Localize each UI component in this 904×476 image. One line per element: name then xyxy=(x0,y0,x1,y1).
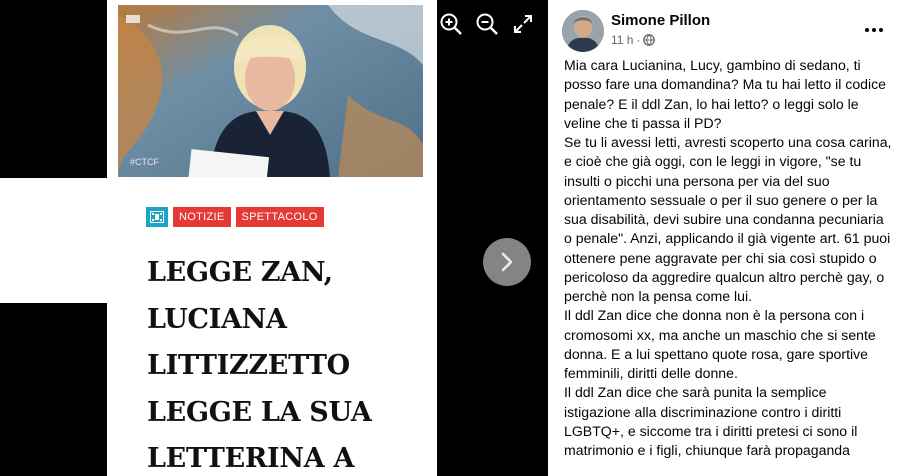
previous-image-strip[interactable] xyxy=(0,178,110,303)
meta-separator: · xyxy=(636,33,641,47)
tag-spettacolo: SPETTACOLO xyxy=(235,207,324,227)
headline-line: LITTIZZETTO xyxy=(147,350,350,381)
post-paragraph: Il ddl Zan dice che sarà punita la sempl… xyxy=(564,384,858,458)
fullscreen-icon[interactable] xyxy=(509,10,537,38)
post-time[interactable]: 11 h xyxy=(611,33,633,47)
post-author[interactable]: Simone Pillon xyxy=(611,12,710,29)
article-tags: NOTIZIE SPETTACOLO xyxy=(146,207,324,227)
post-paragraph: Se tu li avessi letti, avresti scoperto … xyxy=(564,134,892,304)
photo-watermark: #CTCF xyxy=(130,157,159,167)
globe-icon xyxy=(643,34,656,46)
photo-viewer: #CTCF NOTIZIE SPETTACOLO LEGGE ZAN, LUCI… xyxy=(0,0,548,476)
post-meta: 11 h · xyxy=(611,33,656,47)
chevron-right-icon xyxy=(501,252,513,272)
article-photo: #CTCF xyxy=(118,5,423,177)
tag-notizie: NOTIZIE xyxy=(173,207,231,227)
article-headline: LEGGE ZAN, LUCIANA LITTIZZETTO LEGGE LA … xyxy=(147,250,417,476)
headline-line: LEGGE ZAN, xyxy=(147,257,333,288)
headline-line: LETTERINA A xyxy=(147,443,355,474)
post-body: Mia cara Lucianina, Lucy, gambino di sed… xyxy=(564,56,894,460)
avatar[interactable] xyxy=(562,10,604,52)
next-image-button[interactable] xyxy=(483,238,531,286)
headline-line: LUCIANA xyxy=(147,303,287,335)
more-options-icon[interactable] xyxy=(862,20,886,40)
headline-line: LEGGE LA SUA xyxy=(147,396,372,428)
film-icon xyxy=(146,207,168,227)
zoom-in-icon[interactable] xyxy=(437,10,465,38)
post-paragraph: Mia cara Lucianina, Lucy, gambino di sed… xyxy=(564,57,887,131)
zoom-out-icon[interactable] xyxy=(473,10,501,38)
post-paragraph: Il ddl Zan dice che donna non è la perso… xyxy=(564,307,876,381)
